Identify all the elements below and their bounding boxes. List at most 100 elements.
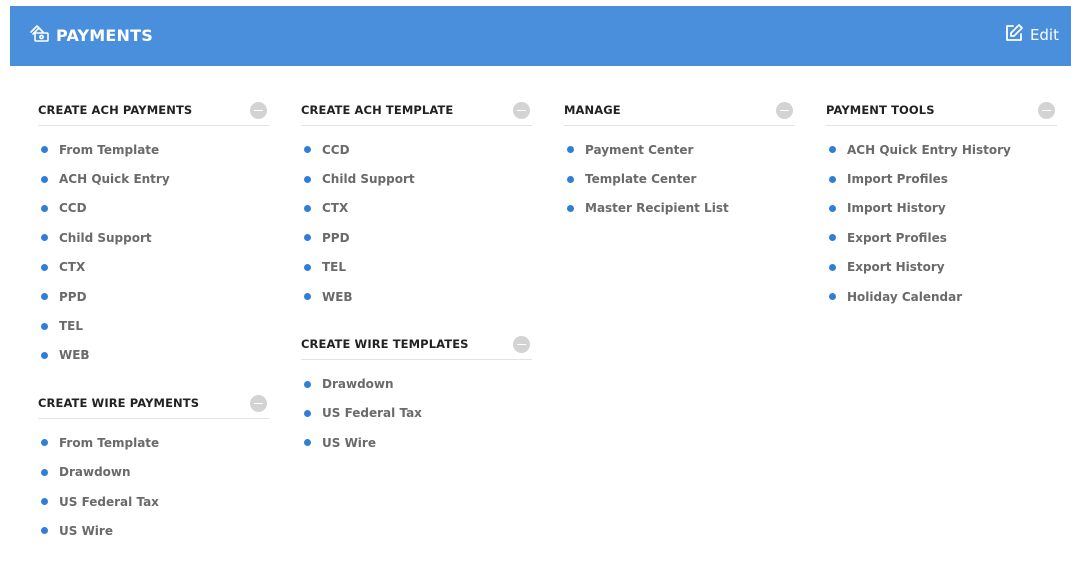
nav-link-item[interactable]: Drawdown [301,369,532,398]
link-list: From Template ACH Quick Entry CCD Child Sup… [38,135,269,370]
section: CREATE WIRE TEMPLATES Drawdown US Federal … [301,329,532,457]
bullet-icon [41,439,48,447]
bullet-icon [41,263,48,271]
nav-link-label: Import History [847,201,946,216]
column-ach-payments: CREATE ACH PAYMENTS From Template ACH Quic… [38,95,269,564]
nav-link-item[interactable]: WEB [38,341,269,370]
nav-link-item[interactable]: Drawdown [38,458,269,487]
nav-link-label: ACH Quick Entry [59,172,170,187]
bullet-icon [304,175,311,183]
nav-link-item[interactable]: Child Support [38,223,269,252]
collapse-icon[interactable] [776,101,793,119]
section-header: CREATE WIRE TEMPLATES [301,329,532,361]
bullet-icon [567,146,574,154]
nav-link-item[interactable]: CCD [38,194,269,223]
bullet-icon [304,439,311,447]
nav-link-label: US Federal Tax [322,406,422,421]
section-title: MANAGE [564,103,621,117]
bullet-icon [41,468,48,476]
nav-link-item[interactable]: TEL [301,253,532,282]
nav-link-item[interactable]: Holiday Calendar [826,282,1057,311]
section-title: CREATE ACH TEMPLATE [301,103,454,117]
nav-link-label: US Wire [322,435,376,450]
bullet-icon [41,527,48,535]
nav-link-item[interactable]: CCD [301,135,532,164]
collapse-icon[interactable] [513,335,530,353]
section-title: CREATE WIRE PAYMENTS [38,396,200,411]
bullet-icon [829,146,836,154]
nav-link-label: Export History [847,260,945,275]
nav-link-item[interactable]: Master Recipient List [564,194,795,223]
section-title: PAYMENT TOOLS [826,103,935,117]
bullet-icon [304,293,311,301]
column-ach-template: CREATE ACH TEMPLATE CCD Child Support CTX PP… [301,95,532,476]
nav-link-item[interactable]: Child Support [301,164,532,193]
nav-link-item[interactable]: ACH Quick Entry [38,164,269,193]
bullet-icon [567,175,574,183]
column-payment-tools: PAYMENT TOOLS ACH Quick Entry History Impo… [826,95,1057,329]
nav-link-item[interactable]: US Federal Tax [301,399,532,428]
section: CREATE WIRE PAYMENTS From Template Drawdow… [38,388,269,546]
bullet-icon [41,146,48,154]
bullet-icon [829,234,836,242]
nav-link-item[interactable]: US Wire [301,428,532,457]
section-header: MANAGE [564,95,795,126]
nav-link-label: From Template [59,142,160,157]
bullet-icon [41,204,48,212]
nav-link-label: Holiday Calendar [847,289,963,304]
section-header: CREATE ACH PAYMENTS [38,95,269,126]
collapse-icon[interactable] [513,101,530,119]
nav-link-item[interactable]: Import Profiles [826,164,1057,193]
section-header: CREATE ACH TEMPLATE [301,95,532,126]
nav-link-item[interactable]: PPD [301,223,532,252]
link-list: ACH Quick Entry History Import Profiles Im… [826,135,1057,311]
nav-link-item[interactable]: Export Profiles [826,223,1057,252]
nav-link-label: Export Profiles [847,230,947,245]
nav-link-item[interactable]: From Template [38,135,269,164]
link-list: From Template Drawdown US Federal Tax US Wi… [38,428,269,546]
nav-link-label: TEL [322,260,347,275]
nav-link-item[interactable]: CTX [38,253,269,282]
nav-link-label: Import Profiles [847,172,948,187]
bullet-icon [829,175,836,183]
nav-link-item[interactable]: US Federal Tax [38,487,269,516]
nav-link-label: US Federal Tax [59,494,159,509]
nav-link-label: ACH Quick Entry History [847,142,1011,157]
nav-link-item[interactable]: TEL [38,311,269,340]
nav-link-item[interactable]: PPD [38,282,269,311]
nav-link-label: CTX [322,201,349,216]
section-header: PAYMENT TOOLS [826,95,1057,126]
bullet-icon [41,351,48,359]
nav-link-item[interactable]: Export History [826,253,1057,282]
nav-link-item[interactable]: CTX [301,194,532,223]
nav-link-label: Drawdown [322,377,394,392]
collapse-icon[interactable] [250,394,267,412]
nav-link-item[interactable]: WEB [301,282,532,311]
nav-link-label: PPD [59,289,87,304]
bullet-icon [304,263,311,271]
section-title: CREATE ACH PAYMENTS [38,103,193,117]
nav-link-item[interactable]: From Template [38,428,269,457]
section: MANAGE Payment Center Template Center Maste… [564,95,795,223]
nav-link-item[interactable]: Import History [826,194,1057,223]
nav-link-label: Payment Center [585,142,694,157]
bullet-icon [41,498,48,506]
nav-link-label: PPD [322,230,350,245]
bullet-icon [829,263,836,271]
edit-label: Edit [1029,26,1059,44]
nav-link-item[interactable]: US Wire [38,516,269,545]
section: CREATE ACH TEMPLATE CCD Child Support CTX PP… [301,95,532,311]
nav-link-label: CTX [59,260,86,275]
edit-button[interactable]: Edit [1004,23,1059,47]
page-title: PAYMENTS [56,25,153,45]
nav-link-item[interactable]: Template Center [564,164,795,193]
nav-link-label: WEB [322,289,353,304]
nav-link-label: TEL [59,319,84,334]
nav-link-item[interactable]: ACH Quick Entry History [826,135,1057,164]
nav-link-label: WEB [59,348,90,363]
collapse-icon[interactable] [1038,101,1055,119]
bullet-icon [567,204,574,212]
collapse-icon[interactable] [250,101,267,119]
nav-link-label: CCD [59,201,87,216]
nav-link-item[interactable]: Payment Center [564,135,795,164]
